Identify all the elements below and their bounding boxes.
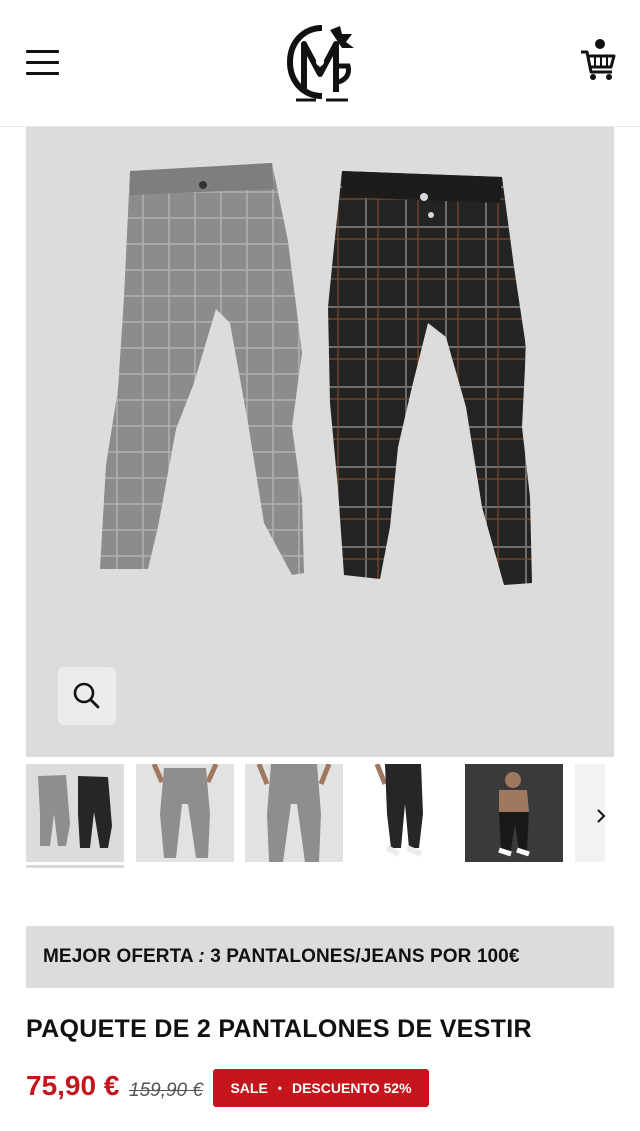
thumbnail-1[interactable] (26, 764, 124, 862)
promo-text-end: 3 PANTALONES/JEANS POR 100€ (204, 946, 520, 967)
thumbnail-5[interactable] (465, 764, 563, 862)
badge-separator: • (277, 1081, 282, 1095)
active-thumbnail-indicator (26, 865, 124, 868)
thumbnail-4[interactable] (355, 764, 453, 862)
site-header (0, 0, 640, 127)
thumbnail-2[interactable] (136, 764, 234, 862)
shopping-cart-icon[interactable] (578, 38, 618, 82)
product-main-image[interactable] (26, 127, 614, 757)
sale-badge: SALE • DESCUENTO 52% (213, 1069, 429, 1107)
current-price: 75,90 € (26, 1070, 120, 1101)
discount-label: DESCUENTO 52% (291, 1080, 412, 1096)
hamburger-menu-icon[interactable] (26, 50, 60, 76)
original-price: 159,90 € (129, 1080, 203, 1101)
sale-label: SALE (230, 1080, 268, 1096)
grey-trousers-image (100, 163, 304, 575)
thumbnail-strip (26, 764, 640, 870)
thumbnail-3[interactable] (245, 764, 343, 862)
magnifier-icon (73, 682, 100, 709)
promo-text-start: MEJOR OFERTA (43, 946, 199, 967)
product-title: PAQUETE DE 2 PANTALONES DE VESTIR (26, 1015, 532, 1043)
promo-banner: MEJOR OFERTA : 3 PANTALONES/JEANS POR 10… (26, 926, 614, 988)
brand-logo[interactable] (282, 22, 358, 104)
price-row: 75,90 € 159,90 € SALE • DESCUENTO 52% (26, 1068, 626, 1108)
zoom-button[interactable] (58, 667, 116, 725)
black-trousers-image (328, 171, 532, 585)
promo-text: MEJOR OFERTA : 3 PANTALONES/JEANS POR 10… (43, 946, 520, 968)
chevron-right-icon[interactable] (588, 803, 614, 829)
